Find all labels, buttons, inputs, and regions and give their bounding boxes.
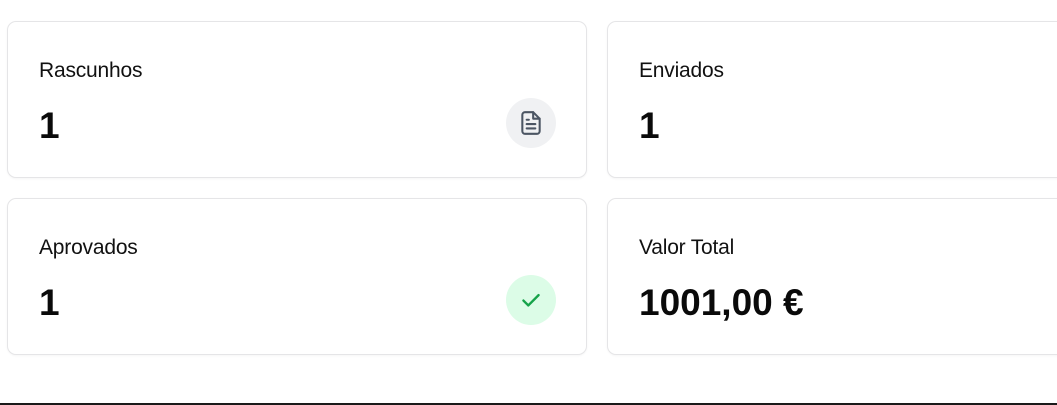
total-value-amount: 1001,00 € [639,282,804,323]
drafts-icon-badge [506,98,556,148]
sent-count: 1 [639,105,660,146]
total-value-label: Valor Total [639,236,735,259]
sent-card: Enviados 1 [607,21,1057,178]
drafts-label: Rascunhos [39,59,143,82]
drafts-card: Rascunhos 1 [7,21,587,178]
approved-count: 1 [39,282,60,323]
check-icon [522,293,540,307]
sent-label: Enviados [639,59,724,82]
drafts-count: 1 [39,105,60,146]
approved-label: Aprovados [39,236,138,259]
approved-card: Aprovados 1 [7,198,587,355]
approved-icon-badge [506,275,556,325]
total-value-card: Valor Total 1001,00 € [607,198,1057,355]
document-icon [521,111,541,135]
